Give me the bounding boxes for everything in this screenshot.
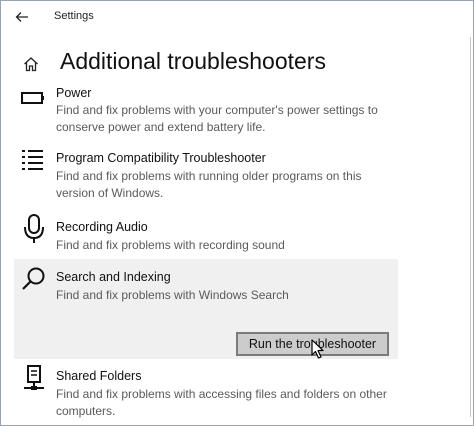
home-button[interactable] bbox=[20, 53, 42, 75]
troubleshooter-item-recording-audio[interactable]: Recording Audio Find and fix problems wi… bbox=[14, 209, 398, 259]
troubleshooter-title: Shared Folders bbox=[56, 369, 142, 383]
page-title: Additional troubleshooters bbox=[60, 48, 326, 74]
battery-icon bbox=[20, 84, 48, 112]
troubleshooter-description: Find and fix problems with your computer… bbox=[56, 103, 378, 134]
troubleshooter-title: Program Compatibility Troubleshooter bbox=[56, 151, 266, 165]
run-troubleshooter-button[interactable]: Run the troubleshooter bbox=[236, 332, 389, 356]
troubleshooter-title: Power bbox=[56, 86, 92, 100]
troubleshooter-description: Find and fix problems with running older… bbox=[56, 169, 362, 200]
back-arrow-icon bbox=[15, 12, 28, 22]
back-button[interactable] bbox=[11, 6, 33, 28]
troubleshooter-description: Find and fix problems with recording sou… bbox=[56, 238, 285, 252]
troubleshooter-description: Find and fix problems with accessing fil… bbox=[56, 387, 387, 418]
troubleshooter-title: Search and Indexing bbox=[56, 270, 171, 284]
troubleshooter-item-power[interactable]: Power Find and fix problems with your co… bbox=[14, 83, 398, 143]
window-title: Settings bbox=[54, 10, 94, 22]
troubleshooter-title: Recording Audio bbox=[56, 220, 148, 234]
troubleshooter-item-search-indexing[interactable]: Search and Indexing Find and fix problem… bbox=[14, 259, 398, 359]
troubleshooter-list: Power Find and fix problems with your co… bbox=[14, 83, 398, 425]
search-icon bbox=[20, 265, 48, 293]
list-icon bbox=[20, 147, 48, 175]
network-drive-icon bbox=[20, 365, 48, 393]
home-icon bbox=[24, 57, 38, 72]
troubleshooter-item-shared-folders[interactable]: Shared Folders Find and fix problems wit… bbox=[14, 359, 398, 425]
microphone-icon bbox=[20, 214, 48, 243]
troubleshooter-description: Find and fix problems with Windows Searc… bbox=[56, 288, 289, 302]
scrollbar[interactable] bbox=[469, 37, 472, 417]
title-bar: Settings bbox=[1, 1, 473, 33]
troubleshooter-item-program-compatibility[interactable]: Program Compatibility Troubleshooter Fin… bbox=[14, 143, 398, 209]
settings-window: Settings Additional troubleshooters Powe… bbox=[0, 0, 474, 426]
